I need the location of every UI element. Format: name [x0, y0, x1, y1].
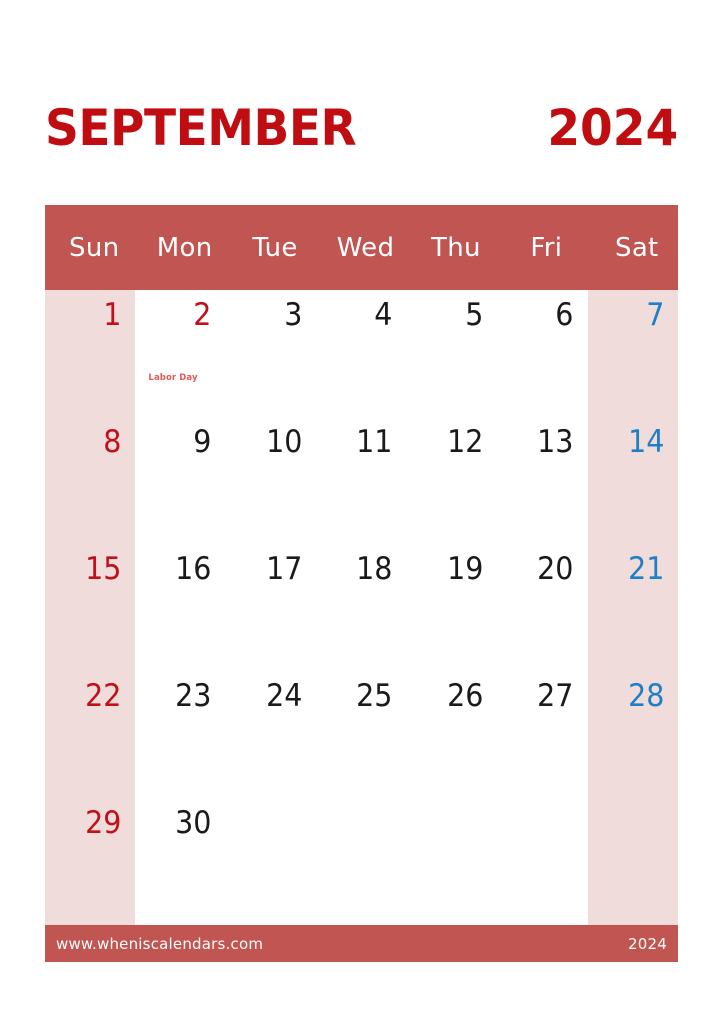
- day-cell-16[interactable]: 16: [135, 544, 226, 671]
- day-cell-empty: [587, 798, 678, 925]
- day-number: 21: [627, 551, 664, 587]
- footer-website-url[interactable]: www.wheniscalendars.com: [56, 935, 263, 953]
- day-number: 1: [103, 297, 122, 333]
- day-number: 10: [265, 424, 303, 460]
- calendar-weeks: 1 2 Labor Day 3 4 5 6 7 8 9 10 11 12 13 14 15 16 17 18 19 20…: [45, 290, 678, 925]
- day-cell-29[interactable]: 29: [45, 798, 136, 925]
- calendar-title: SEPTEMBER 2024: [45, 92, 678, 164]
- day-number: 18: [356, 551, 393, 587]
- weekday-header-fri: Fri: [530, 232, 563, 263]
- day-cell-13[interactable]: 13: [497, 417, 588, 544]
- day-number: 5: [464, 297, 484, 333]
- day-number: 6: [555, 297, 574, 333]
- day-cell-8[interactable]: 8: [45, 417, 136, 544]
- day-cell-empty: [316, 798, 407, 925]
- day-number: 26: [446, 678, 484, 714]
- day-cell-17[interactable]: 17: [225, 544, 317, 671]
- calendar-page: SEPTEMBER 2024 Sun Mon Tue Wed Thu Fri Sat 12L…: [0, 0, 724, 1024]
- week-row: 8 9 10 11 12 13 14: [45, 417, 678, 544]
- title-year: 2024: [547, 99, 678, 157]
- day-cell-12[interactable]: 12: [406, 417, 498, 544]
- weekday-header-thu: Thu: [431, 232, 481, 263]
- calendar-footer: www.wheniscalendars.com 2024: [45, 925, 678, 962]
- day-number: 17: [265, 551, 303, 587]
- week-row: 1 2 Labor Day 3 4 5 6 7: [45, 290, 678, 417]
- weekday-header-sun: Sun: [69, 232, 120, 263]
- day-cell-empty: [225, 798, 317, 925]
- day-cell-26[interactable]: 26: [406, 671, 498, 798]
- day-cell-28[interactable]: 28: [587, 671, 678, 798]
- day-cell-7[interactable]: 7: [587, 290, 678, 417]
- day-number: 14: [627, 424, 664, 460]
- day-number: 4: [374, 297, 393, 333]
- calendar-grid: Sun Mon Tue Wed Thu Fri Sat 1 2 Labor Day 3 4 5 6 7 8 9…: [45, 205, 678, 925]
- day-number: 28: [627, 678, 664, 714]
- day-cell-6[interactable]: 6: [497, 290, 588, 417]
- day-cell-3[interactable]: 3: [225, 290, 317, 417]
- day-number: 11: [356, 424, 393, 460]
- week-row: 22 23 24 25 26 27 28: [45, 671, 678, 798]
- day-number: 20: [537, 551, 574, 587]
- day-number: 24: [265, 678, 303, 714]
- day-cell-5[interactable]: 5: [406, 290, 498, 417]
- day-cell-9[interactable]: 9: [135, 417, 226, 544]
- day-cell-23[interactable]: 23: [135, 671, 226, 798]
- day-number: 30: [175, 805, 212, 841]
- day-cell-21[interactable]: 21: [587, 544, 678, 671]
- weekday-header-row: Sun Mon Tue Wed Thu Fri Sat: [45, 205, 678, 290]
- day-number: 23: [175, 678, 212, 714]
- day-cell-empty: [497, 798, 588, 925]
- day-number: 27: [537, 678, 574, 714]
- day-number: 15: [85, 551, 122, 587]
- weekday-header-mon: Mon: [156, 232, 213, 263]
- day-cell-19[interactable]: 19: [406, 544, 498, 671]
- day-cell-10[interactable]: 10: [225, 417, 317, 544]
- day-number: 12: [446, 424, 484, 460]
- day-cell-20[interactable]: 20: [497, 544, 588, 671]
- day-cell-11[interactable]: 11: [316, 417, 407, 544]
- day-number: 7: [645, 297, 664, 333]
- week-row: 15 16 17 18 19 20 21: [45, 544, 678, 671]
- day-number: 13: [537, 424, 574, 460]
- day-cell-15[interactable]: 15: [45, 544, 136, 671]
- footer-year: 2024: [628, 934, 667, 953]
- day-cell-14[interactable]: 14: [587, 417, 678, 544]
- weekday-header-wed: Wed: [336, 232, 395, 263]
- day-number: 29: [85, 805, 122, 841]
- day-number: 25: [356, 678, 393, 714]
- day-number: 16: [175, 551, 212, 587]
- day-cell-27[interactable]: 27: [497, 671, 588, 798]
- day-number: 22: [85, 678, 122, 714]
- day-number: 19: [446, 551, 484, 587]
- day-cell-18[interactable]: 18: [316, 544, 407, 671]
- week-row: 29 30: [45, 798, 678, 925]
- day-number: 3: [284, 297, 303, 333]
- day-cell-24[interactable]: 24: [225, 671, 317, 798]
- day-number: 9: [193, 424, 212, 460]
- day-number: 8: [103, 424, 122, 460]
- title-month: SEPTEMBER: [45, 99, 357, 157]
- day-cell-2[interactable]: 2 Labor Day: [135, 290, 226, 417]
- day-cell-30[interactable]: 30: [135, 798, 226, 925]
- weekday-header-sat: Sat: [615, 232, 659, 263]
- day-cell-22[interactable]: 22: [45, 671, 136, 798]
- day-cell-4[interactable]: 4: [316, 290, 407, 417]
- weekday-header-tue: Tue: [252, 232, 298, 263]
- day-cell-empty: [406, 798, 498, 925]
- day-cell-25[interactable]: 25: [316, 671, 407, 798]
- day-number: 2: [193, 297, 212, 333]
- holiday-label: Labor Day: [148, 373, 198, 383]
- day-cell-1[interactable]: 1: [45, 290, 136, 417]
